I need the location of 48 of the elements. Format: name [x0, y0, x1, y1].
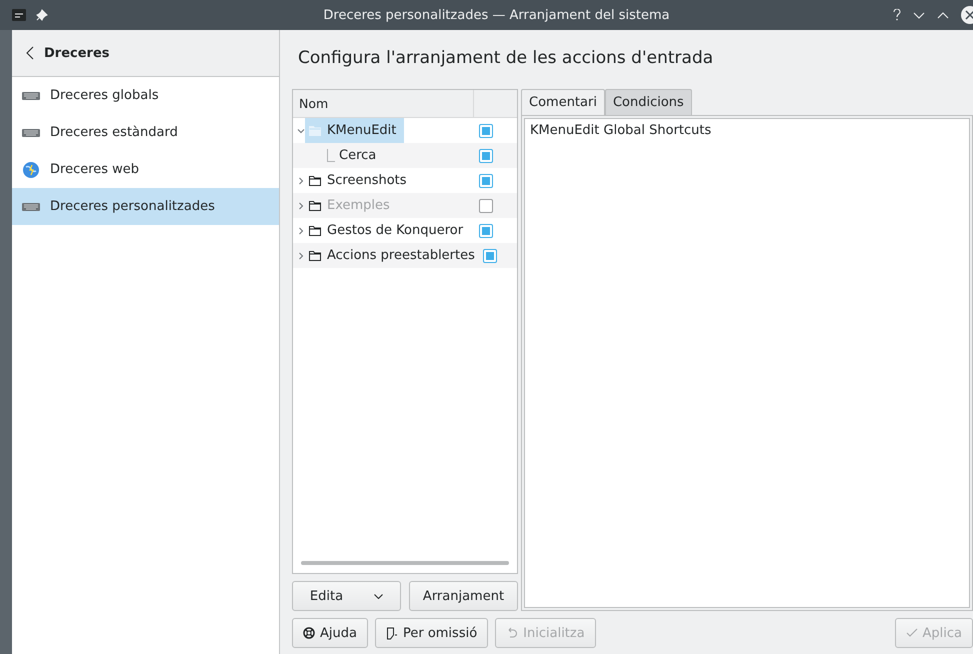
checkbox[interactable] — [479, 224, 493, 238]
window-title: Dreceres personalitzades — Arranjament del sistema — [322, 8, 671, 22]
tree-item[interactable]: Screenshots — [305, 168, 415, 193]
keyboard-icon — [22, 92, 40, 100]
scrollbar[interactable] — [301, 561, 509, 565]
sidebar-item[interactable]: Dreceres globals — [12, 77, 279, 114]
sidebar-item-label: Dreceres personalitzades — [50, 199, 215, 214]
folder-icon — [309, 200, 321, 211]
tree-connector-line — [327, 149, 335, 162]
sidebar-item[interactable]: Dreceres web — [12, 151, 279, 188]
document-icon — [386, 626, 398, 640]
folder-icon — [309, 125, 321, 136]
lifebuoy-icon — [303, 627, 315, 639]
keyboard-icon — [22, 128, 40, 136]
action-button[interactable]: Edita — [292, 581, 401, 611]
dialog-button[interactable]: Per omissió — [374, 618, 488, 648]
sidebar-item-label: Dreceres globals — [50, 88, 159, 103]
sidebar-item-label: Dreceres estàndard — [50, 125, 178, 140]
close-icon[interactable] — [961, 6, 973, 24]
tree-item[interactable]: Gestos de Konqueror — [305, 218, 472, 243]
pin-icon[interactable] — [36, 9, 48, 21]
help-icon[interactable] — [893, 9, 901, 21]
folder-icon — [309, 225, 321, 236]
back-button[interactable]: Dreceres — [12, 30, 279, 77]
sidebar-item[interactable]: Dreceres estàndard — [12, 114, 279, 151]
comment-field[interactable]: KMenuEdit Global Shortcuts — [524, 118, 970, 608]
tab[interactable]: Condicions — [604, 89, 692, 115]
sidebar-item-label: Dreceres web — [50, 162, 140, 177]
checkbox[interactable] — [479, 124, 493, 138]
keyboard-icon — [22, 202, 40, 210]
sidebar-item[interactable]: Dreceres personalitzades — [12, 188, 279, 225]
tree-item[interactable]: KMenuEdit — [305, 118, 404, 143]
dialog-button[interactable]: Ajuda — [292, 618, 368, 648]
page-title: Configura l'arranjament de les accions d'entrada — [297, 47, 714, 70]
globe-icon — [22, 160, 40, 178]
app-icon — [12, 9, 26, 21]
maximize-icon[interactable] — [937, 12, 949, 18]
check-icon — [906, 628, 918, 638]
minimize-icon[interactable] — [913, 12, 925, 18]
folder-icon — [309, 250, 321, 261]
action-button[interactable]: Arranjament — [409, 581, 518, 611]
caret-icon — [374, 594, 384, 598]
undo-icon — [506, 627, 518, 639]
tab[interactable]: Comentari — [521, 89, 605, 115]
checkbox[interactable] — [479, 174, 493, 188]
checkbox[interactable] — [479, 148, 493, 162]
folder-icon — [309, 175, 321, 186]
checkbox[interactable] — [482, 248, 497, 262]
